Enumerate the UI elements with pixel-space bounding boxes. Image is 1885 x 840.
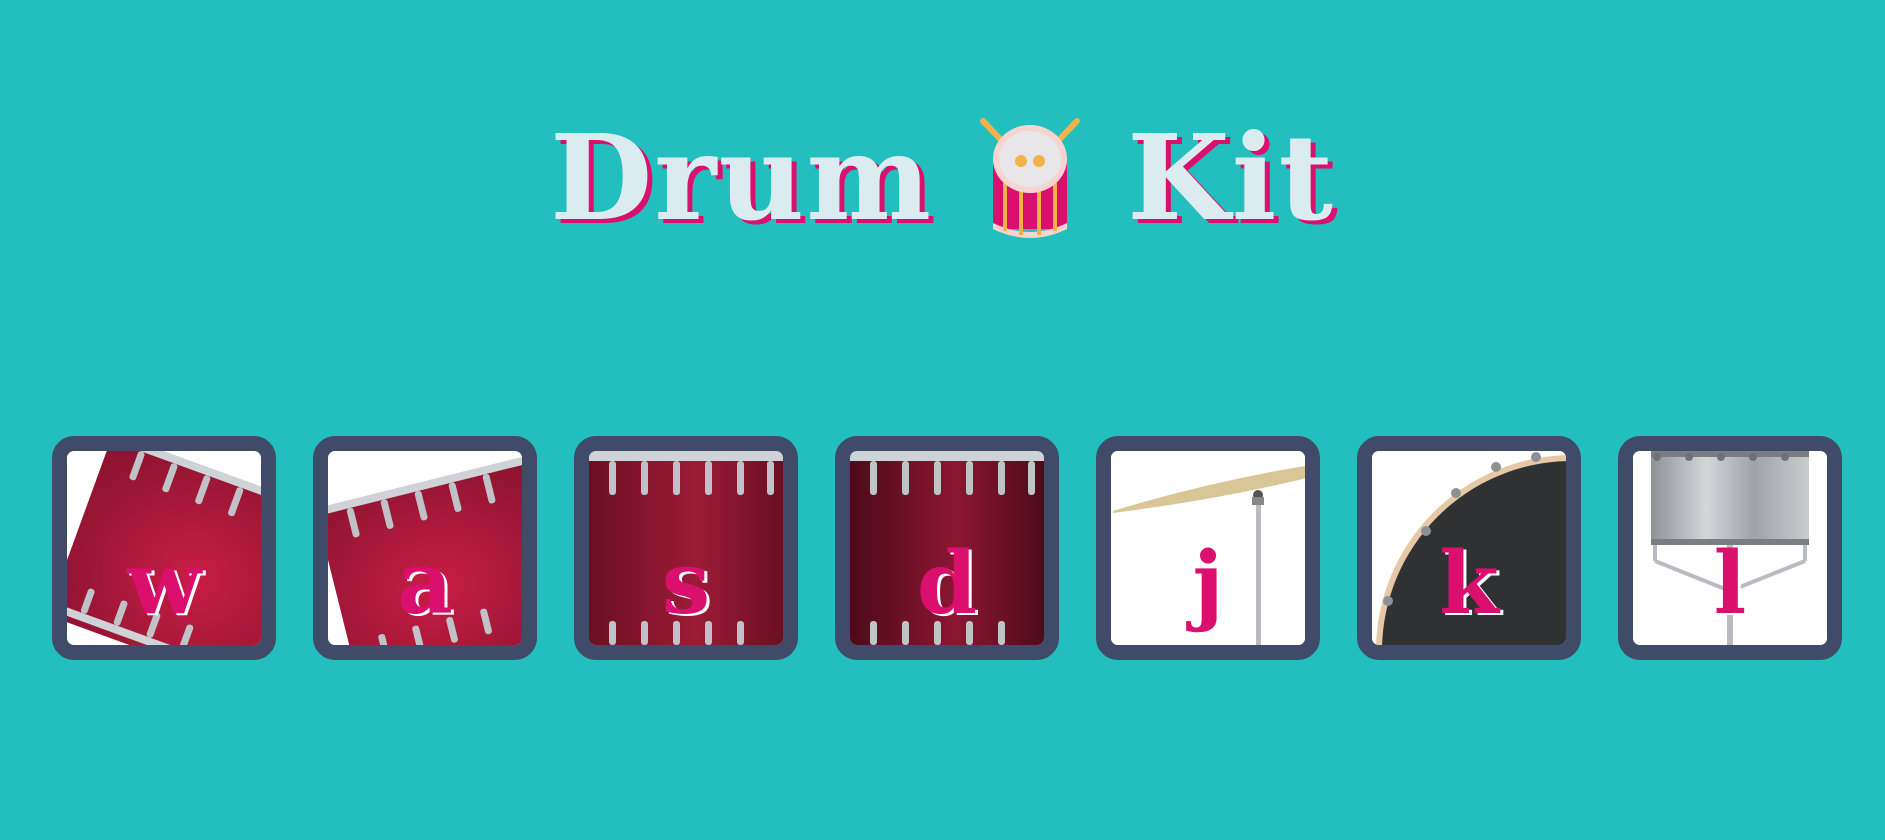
drum-pad-j[interactable]: j: [1096, 436, 1320, 660]
drum-icon: [980, 118, 1081, 239]
drum-pad-l[interactable]: l: [1618, 436, 1842, 660]
drum-kit-page: Drum Kit w a s d j k l: [0, 0, 1885, 840]
title-word-drum: Drum: [549, 108, 934, 248]
drum-pad-s[interactable]: s: [574, 436, 798, 660]
pad-key-label: s: [661, 533, 711, 634]
pad-key-label: d: [916, 533, 978, 634]
pad-key-label: j: [1192, 533, 1224, 634]
drum-pad-d[interactable]: d: [835, 436, 1059, 660]
pad-key-label: a: [397, 533, 453, 634]
pad-key-label: k: [1439, 533, 1499, 634]
drum-pad-w[interactable]: w: [52, 436, 276, 660]
page-title: Drum Kit: [0, 113, 1885, 243]
pad-key-label: w: [126, 533, 202, 634]
drum-pads: w a s d j k l: [52, 436, 1842, 660]
drum-pad-a[interactable]: a: [313, 436, 537, 660]
title-word-kit: Kit: [1127, 108, 1336, 248]
drum-pad-k[interactable]: k: [1357, 436, 1581, 660]
pad-key-label: l: [1713, 533, 1747, 634]
